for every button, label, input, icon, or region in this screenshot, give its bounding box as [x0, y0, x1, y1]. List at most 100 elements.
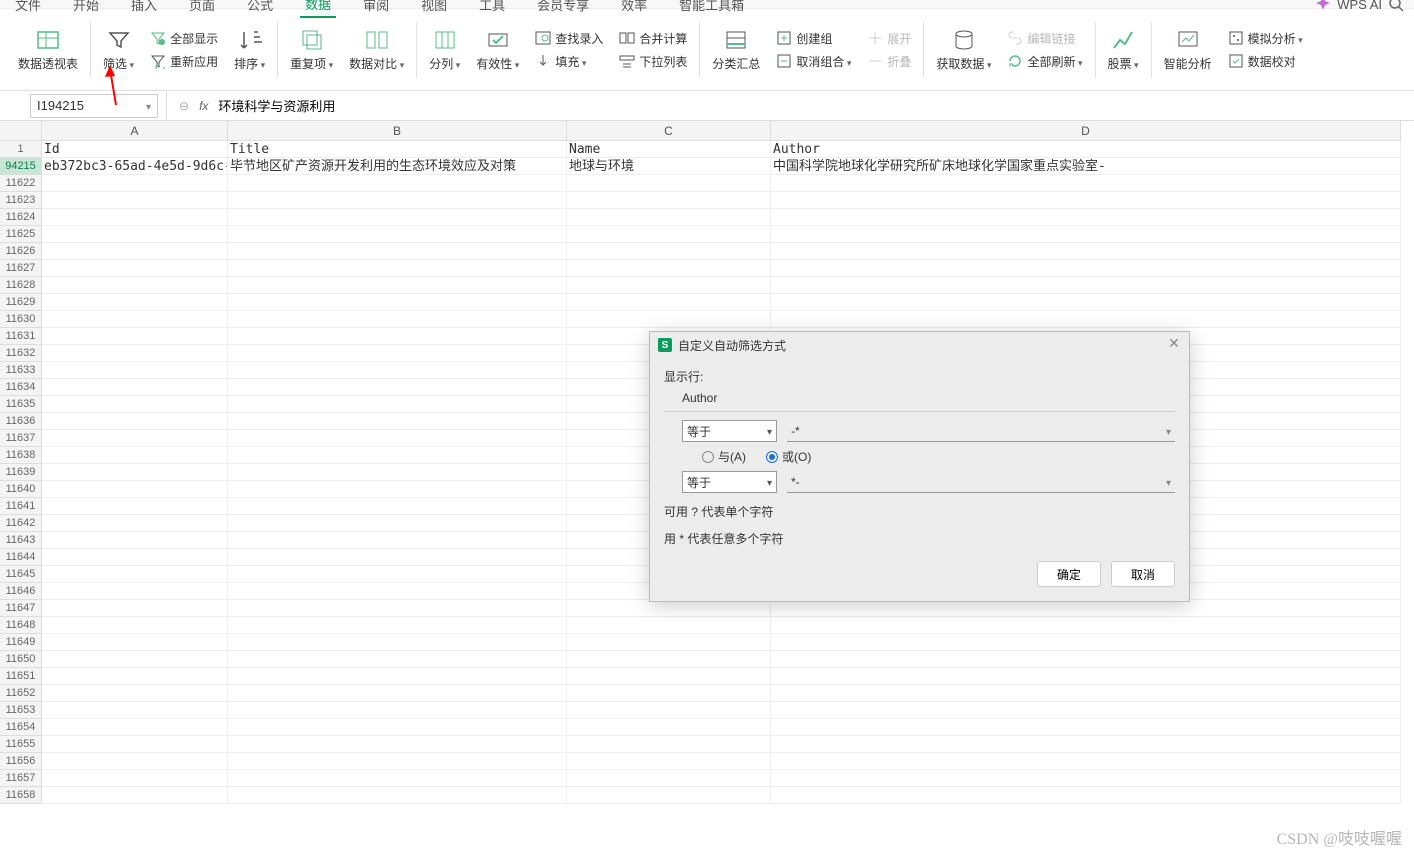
row-header[interactable]: 11640 — [0, 481, 42, 498]
cell[interactable] — [567, 770, 771, 787]
row-header[interactable]: 11638 — [0, 447, 42, 464]
row-header[interactable]: 11646 — [0, 583, 42, 600]
cell[interactable] — [567, 192, 771, 209]
cell[interactable] — [228, 702, 567, 719]
cell[interactable] — [228, 260, 567, 277]
cell[interactable] — [567, 736, 771, 753]
analyze-button[interactable]: 智能分析 — [1156, 15, 1220, 85]
cell[interactable] — [228, 362, 567, 379]
cell[interactable] — [228, 481, 567, 498]
cell[interactable] — [228, 753, 567, 770]
cell[interactable] — [42, 243, 228, 260]
cell[interactable] — [567, 668, 771, 685]
split-button[interactable]: 分列 — [421, 15, 468, 85]
row-header[interactable]: 11658 — [0, 787, 42, 804]
cell[interactable] — [771, 192, 1401, 209]
cell[interactable] — [771, 260, 1401, 277]
row-header[interactable]: 11653 — [0, 702, 42, 719]
cell[interactable] — [228, 345, 567, 362]
cell[interactable] — [228, 277, 567, 294]
pivot-button[interactable]: 数据透视表 — [10, 15, 86, 85]
col-header-c[interactable]: C — [567, 121, 771, 141]
cell[interactable] — [228, 413, 567, 430]
cell[interactable] — [771, 702, 1401, 719]
cell[interactable]: 中国科学院地球化学研究所矿床地球化学国家重点实验室- — [771, 158, 1401, 175]
cell[interactable] — [771, 311, 1401, 328]
cell[interactable] — [228, 192, 567, 209]
cell[interactable] — [567, 226, 771, 243]
row-header[interactable]: 11630 — [0, 311, 42, 328]
audit-button[interactable]: 数据校对 — [1228, 53, 1296, 70]
getdata-button[interactable]: 获取数据 — [928, 15, 999, 85]
stocks-button[interactable]: 股票 — [1100, 15, 1147, 85]
cell[interactable] — [567, 617, 771, 634]
cell[interactable] — [42, 532, 228, 549]
row-header[interactable]: 11645 — [0, 566, 42, 583]
cell[interactable] — [42, 209, 228, 226]
cell[interactable] — [567, 685, 771, 702]
col-header-a[interactable]: A — [42, 121, 228, 141]
cell[interactable] — [228, 447, 567, 464]
wps-ai[interactable]: WPS AI — [1315, 0, 1404, 12]
cell[interactable] — [228, 736, 567, 753]
cell[interactable] — [42, 260, 228, 277]
cell[interactable] — [42, 294, 228, 311]
cell[interactable] — [228, 719, 567, 736]
cell[interactable] — [42, 311, 228, 328]
cell[interactable] — [228, 175, 567, 192]
cell[interactable] — [567, 600, 771, 617]
row-header[interactable]: 94215 — [0, 158, 42, 175]
cell[interactable] — [42, 379, 228, 396]
cell[interactable] — [42, 413, 228, 430]
cell-header[interactable]: Title — [228, 141, 567, 158]
cell[interactable]: 毕节地区矿产资源开发利用的生态环境效应及对策 — [228, 158, 567, 175]
value-2-input[interactable]: *- — [787, 471, 1175, 493]
cell[interactable] — [228, 600, 567, 617]
cell[interactable] — [42, 498, 228, 515]
cell-reference[interactable]: I194215 — [30, 94, 158, 118]
reapply-button[interactable]: 重新应用 — [150, 53, 218, 70]
row-header[interactable]: 11631 — [0, 328, 42, 345]
cell[interactable] — [228, 498, 567, 515]
cell-header[interactable]: Author — [771, 141, 1401, 158]
cell[interactable] — [771, 736, 1401, 753]
cell[interactable] — [771, 277, 1401, 294]
cell[interactable] — [228, 532, 567, 549]
cell[interactable] — [567, 294, 771, 311]
cell[interactable] — [228, 396, 567, 413]
cell[interactable] — [42, 600, 228, 617]
cell[interactable] — [771, 600, 1401, 617]
cell[interactable] — [42, 549, 228, 566]
cell[interactable] — [567, 719, 771, 736]
cell[interactable] — [228, 787, 567, 804]
value-1-input[interactable]: -* — [787, 420, 1175, 442]
cell[interactable] — [42, 192, 228, 209]
cell[interactable] — [42, 787, 228, 804]
cell[interactable] — [42, 515, 228, 532]
cell-header[interactable]: Id — [42, 141, 228, 158]
cell[interactable] — [42, 345, 228, 362]
cell[interactable] — [42, 770, 228, 787]
sim-button[interactable]: 模拟分析 — [1228, 30, 1303, 47]
row-header[interactable]: 11622 — [0, 175, 42, 192]
row-header[interactable]: 11654 — [0, 719, 42, 736]
cell[interactable] — [771, 209, 1401, 226]
row-header[interactable]: 11655 — [0, 736, 42, 753]
cell[interactable] — [567, 787, 771, 804]
operator-2-dropdown[interactable]: 等于 — [682, 471, 777, 493]
cell[interactable] — [42, 668, 228, 685]
cell[interactable] — [771, 770, 1401, 787]
cell[interactable] — [42, 430, 228, 447]
cell[interactable] — [228, 311, 567, 328]
cell[interactable] — [42, 277, 228, 294]
cell[interactable] — [42, 566, 228, 583]
cell[interactable] — [42, 328, 228, 345]
cell[interactable] — [42, 685, 228, 702]
cell[interactable] — [228, 549, 567, 566]
cell[interactable] — [567, 651, 771, 668]
row-header[interactable]: 11641 — [0, 498, 42, 515]
cell[interactable] — [567, 277, 771, 294]
droplist-button[interactable]: 下拉列表 — [619, 53, 687, 70]
sort-button[interactable]: 排序 — [226, 15, 273, 85]
cell[interactable] — [42, 719, 228, 736]
